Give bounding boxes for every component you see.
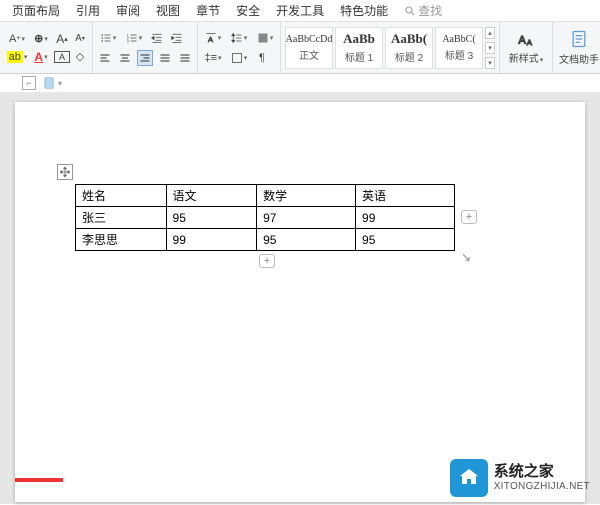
svg-text:A: A [519,34,527,46]
header-cell[interactable]: 英语 [356,185,455,207]
style-scroll-up[interactable]: ▴ [485,27,495,39]
style-heading1[interactable]: AaBb 标题 1 [335,27,383,69]
border-dropdown[interactable]: ▾ [228,50,250,66]
watermark-logo [450,459,488,497]
page-dropdown-icon[interactable]: ▾ [58,79,62,88]
page-icon [42,76,56,90]
font-color-a-dropdown[interactable]: A▾ [30,49,52,65]
doc-assistant-button[interactable]: 文档助手 [557,26,600,70]
table-cell[interactable]: 95 [166,207,257,229]
document-area: 姓名 语文 数学 英语 张三 95 97 99 李思思 99 95 95 + +… [0,92,600,504]
table-cell[interactable]: 张三 [76,207,167,229]
menu-references[interactable]: 引用 [68,0,108,21]
text-direction-dropdown[interactable]: ‡≡▾ [202,50,224,66]
table-cell[interactable]: 99 [356,207,455,229]
line-spacing-top-dropdown[interactable]: A▾ [202,30,224,46]
menu-review[interactable]: 审阅 [108,0,148,21]
style-expand[interactable]: ▾ [485,57,495,69]
add-column-button[interactable]: + [461,210,477,224]
align-justify-icon[interactable] [157,50,173,66]
font-size-increase-dropdown[interactable]: A+▾ [6,31,28,47]
style-heading3[interactable]: AaBbC( 标题 3 [435,27,483,69]
menu-developer[interactable]: 开发工具 [268,0,332,21]
menu-chapter[interactable]: 章节 [188,0,228,21]
menu-special[interactable]: 特色功能 [332,0,396,21]
highlight-color-dropdown[interactable]: ab▾ [6,49,28,65]
doc-assistant-group: 文档助手 [553,22,600,73]
data-table[interactable]: 姓名 语文 数学 英语 张三 95 97 99 李思思 99 95 95 [75,184,455,251]
table-cell[interactable]: 97 [257,207,356,229]
font-group: A+▾ ⊕▾ A▴ A▾ ab▾ A▾ A ◇ [2,22,93,73]
font-color-dropdown[interactable]: ⊕▾ [30,31,52,47]
clear-format-icon[interactable]: ◇ [72,49,88,65]
new-style-group: AA 新样式▾ [500,22,553,73]
menu-view[interactable]: 视图 [148,0,188,21]
style-gallery: AaBbCcDd 正文 AaBb 标题 1 AaBb( 标题 2 AaBbC( … [285,27,495,69]
show-marks-icon[interactable]: ¶ [254,50,270,66]
header-cell[interactable]: 语文 [166,185,257,207]
table-cell[interactable]: 李思思 [76,229,167,251]
svg-text:A: A [208,34,213,43]
table-cell[interactable]: 95 [356,229,455,251]
table-cell[interactable]: 99 [166,229,257,251]
character-border-icon[interactable]: A [54,51,70,63]
line-spacing-dropdown[interactable]: ▾ [228,30,250,46]
table-row[interactable]: 张三 95 97 99 [76,207,455,229]
menu-security[interactable]: 安全 [228,0,268,21]
svg-text:A: A [527,38,532,47]
add-row-button[interactable]: + [259,254,275,268]
table-row[interactable]: 李思思 99 95 95 [76,229,455,251]
align-center-icon[interactable] [117,50,133,66]
style-heading2[interactable]: AaBb( 标题 2 [385,27,433,69]
increase-indent-icon[interactable] [169,30,185,46]
shading-dropdown[interactable]: ▾ [254,30,276,46]
red-underline-decoration [15,478,63,482]
house-icon [457,466,481,490]
distributed-align-icon[interactable] [177,50,193,66]
search-icon [404,5,416,17]
paragraph-extras-group: A▾ ▾ ▾ ‡≡▾ ▾ ¶ [198,22,281,73]
new-style-icon: AA [516,30,536,50]
paragraph-group: ▾ 123▾ [93,22,198,73]
header-cell[interactable]: 姓名 [76,185,167,207]
style-scrollbar: ▴ ▾ ▾ [485,27,495,69]
header-cell[interactable]: 数学 [257,185,356,207]
watermark: 系统之家 XITONGZHIJIA.NET [450,459,590,497]
styles-group: AaBbCcDd 正文 AaBb 标题 1 AaBb( 标题 2 AaBbC( … [281,22,500,73]
search-placeholder: 查找 [418,2,442,19]
decrease-indent-icon[interactable] [149,30,165,46]
bullet-list-dropdown[interactable]: ▾ [97,30,119,46]
watermark-url: XITONGZHIJIA.NET [494,481,590,492]
ribbon: A+▾ ⊕▾ A▴ A▾ ab▾ A▾ A ◇ ▾ 123▾ [0,22,600,74]
ruler-bar: ⌐ ▾ [0,74,600,92]
style-normal[interactable]: AaBbCcDd 正文 [285,27,333,69]
svg-text:3: 3 [126,39,128,43]
font-shrink-icon[interactable]: A▾ [72,31,88,47]
font-grow-icon[interactable]: A▴ [54,31,70,47]
align-right-icon[interactable] [137,50,153,66]
table-header-row[interactable]: 姓名 语文 数学 英语 [76,185,455,207]
numbered-list-dropdown[interactable]: 123▾ [123,30,145,46]
page: 姓名 语文 数学 英语 张三 95 97 99 李思思 99 95 95 + +… [15,102,585,502]
table-move-handle[interactable] [57,164,73,180]
align-left-icon[interactable] [97,50,113,66]
new-style-button[interactable]: AA 新样式▾ [504,26,548,70]
search-box[interactable]: 查找 [404,2,442,19]
ruler-tab-indicator[interactable]: ⌐ [22,76,36,90]
menu-bar: 页面布局 引用 审阅 视图 章节 安全 开发工具 特色功能 查找 [0,0,600,22]
watermark-title: 系统之家 [494,464,590,481]
table-cell[interactable]: 95 [257,229,356,251]
menu-page-layout[interactable]: 页面布局 [4,0,68,21]
style-scroll-down[interactable]: ▾ [485,42,495,54]
table-resize-handle[interactable]: ↘ [461,250,471,264]
doc-assistant-icon [569,29,589,49]
